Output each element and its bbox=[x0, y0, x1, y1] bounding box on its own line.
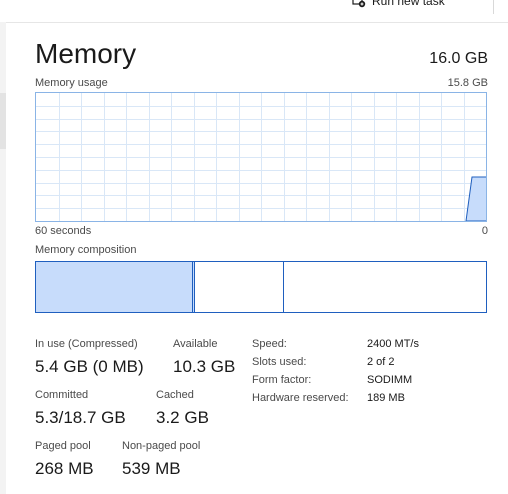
composition-standby bbox=[195, 262, 284, 312]
in-use-value: 5.4 GB (0 MB) bbox=[35, 357, 144, 376]
graph-time-right: 0 bbox=[481, 225, 488, 237]
composition-free bbox=[284, 262, 486, 312]
in-use-label: In use (Compressed) bbox=[35, 338, 138, 350]
composition-in-use bbox=[36, 262, 193, 312]
run-new-task-button[interactable]: Run new task bbox=[352, 0, 445, 8]
toolbar-divider bbox=[493, 0, 494, 14]
committed-label: Committed bbox=[35, 389, 89, 401]
page-title: Memory bbox=[35, 38, 137, 69]
run-new-task-label: Run new task bbox=[372, 0, 445, 8]
form-factor-label: Form factor: bbox=[252, 374, 312, 386]
memory-usage-graph bbox=[35, 92, 487, 222]
non-paged-pool-value: 539 MB bbox=[122, 459, 181, 478]
slots-used-label: Slots used: bbox=[252, 356, 307, 368]
available-label: Available bbox=[173, 338, 218, 350]
cached-label: Cached bbox=[156, 389, 194, 401]
memory-usage-max: 15.8 GB bbox=[447, 77, 488, 89]
non-paged-pool-label: Non-paged pool bbox=[122, 440, 201, 452]
form-factor-value: SODIMM bbox=[367, 374, 413, 386]
speed-label: Speed: bbox=[252, 338, 287, 350]
available-value: 10.3 GB bbox=[173, 357, 236, 376]
sidebar-selected-indicator bbox=[0, 93, 6, 149]
committed-value: 5.3/18.7 GB bbox=[35, 408, 126, 427]
memory-usage-label: Memory usage bbox=[35, 77, 108, 89]
hardware-reserved-value: 189 MB bbox=[367, 392, 405, 404]
toolbar: Run new task bbox=[0, 0, 508, 23]
paged-pool-label: Paged pool bbox=[35, 440, 91, 452]
graph-time-left: 60 seconds bbox=[35, 225, 92, 237]
graph-grid bbox=[36, 93, 486, 221]
memory-composition-label: Memory composition bbox=[35, 244, 137, 256]
total-memory: 16.0 GB bbox=[429, 50, 488, 67]
run-task-icon bbox=[352, 0, 366, 8]
hardware-reserved-label: Hardware reserved: bbox=[252, 392, 349, 404]
slots-used-value: 2 of 2 bbox=[367, 356, 395, 368]
cached-value: 3.2 GB bbox=[156, 408, 209, 427]
memory-composition-bar bbox=[35, 261, 487, 313]
paged-pool-value: 268 MB bbox=[35, 459, 94, 478]
speed-value: 2400 MT/s bbox=[367, 338, 419, 350]
